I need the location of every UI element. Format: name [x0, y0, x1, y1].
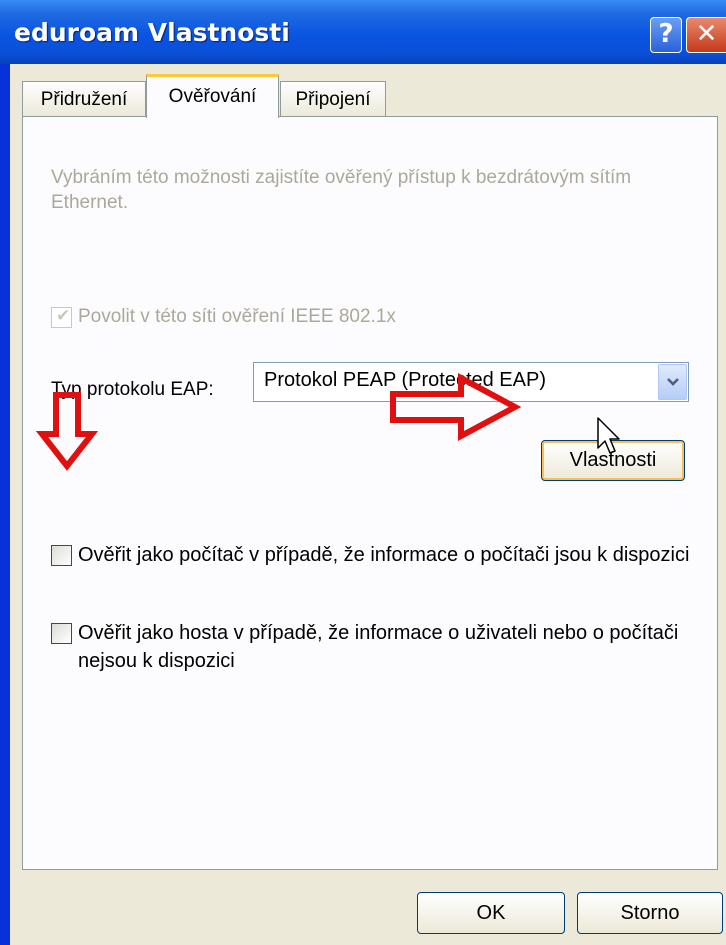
dropdown-button[interactable]: [658, 364, 687, 400]
chevron-down-icon: [666, 378, 679, 386]
auth-description: Vybráním této možnosti zajistíte ověřený…: [51, 167, 632, 213]
tab-strip: Přidružení Ověřování Připojení: [10, 64, 726, 118]
window-title: eduroam Vlastnosti: [14, 18, 290, 47]
computer-auth-row: Ověřit jako počítač v případě, že inform…: [51, 541, 691, 569]
dialog-window: eduroam Vlastnosti ? ✕ Přidružení Ověřov…: [0, 0, 726, 945]
checkmark-icon: ✔: [56, 306, 71, 325]
eap-type-select[interactable]: Protokol PEAP (Protected EAP): [253, 362, 689, 402]
ieee-8021x-label: Povolit v této síti ověření IEEE 802.1x: [78, 306, 396, 327]
tab-pridruzeni[interactable]: Přidružení: [22, 81, 146, 117]
tab-pripojeni[interactable]: Připojení: [280, 81, 386, 117]
title-bar[interactable]: eduroam Vlastnosti ? ✕: [0, 0, 726, 64]
ok-button[interactable]: OK: [417, 892, 565, 934]
tab-panel-overovani: Vybráním této možnosti zajistíte ověřený…: [22, 116, 718, 870]
eap-type-value: Protokol PEAP (Protected EAP): [264, 369, 546, 391]
close-button[interactable]: ✕: [686, 17, 726, 53]
eap-type-label: Typ protokolu EAP:: [51, 379, 214, 400]
close-icon: ✕: [695, 19, 718, 49]
dialog-client-area: Přidružení Ověřování Připojení Vybráním …: [10, 64, 726, 945]
help-icon: ?: [658, 19, 674, 49]
ieee-8021x-checkbox[interactable]: ✔: [51, 306, 72, 328]
properties-button[interactable]: Vlastnosti: [541, 440, 685, 481]
guest-auth-label: Ověřit jako hosta v případě, že informac…: [78, 622, 679, 672]
cancel-button[interactable]: Storno: [577, 892, 723, 934]
tab-overovani[interactable]: Ověřování: [146, 74, 279, 118]
guest-auth-row: Ověřit jako hosta v případě, že informac…: [51, 619, 691, 675]
help-button[interactable]: ?: [650, 17, 682, 53]
computer-auth-label: Ověřit jako počítač v případě, že inform…: [78, 544, 690, 566]
ieee-8021x-row: ✔ Povolit v této síti ověření IEEE 802.1…: [51, 303, 396, 331]
computer-auth-checkbox[interactable]: [51, 545, 72, 566]
guest-auth-checkbox[interactable]: [51, 623, 72, 644]
